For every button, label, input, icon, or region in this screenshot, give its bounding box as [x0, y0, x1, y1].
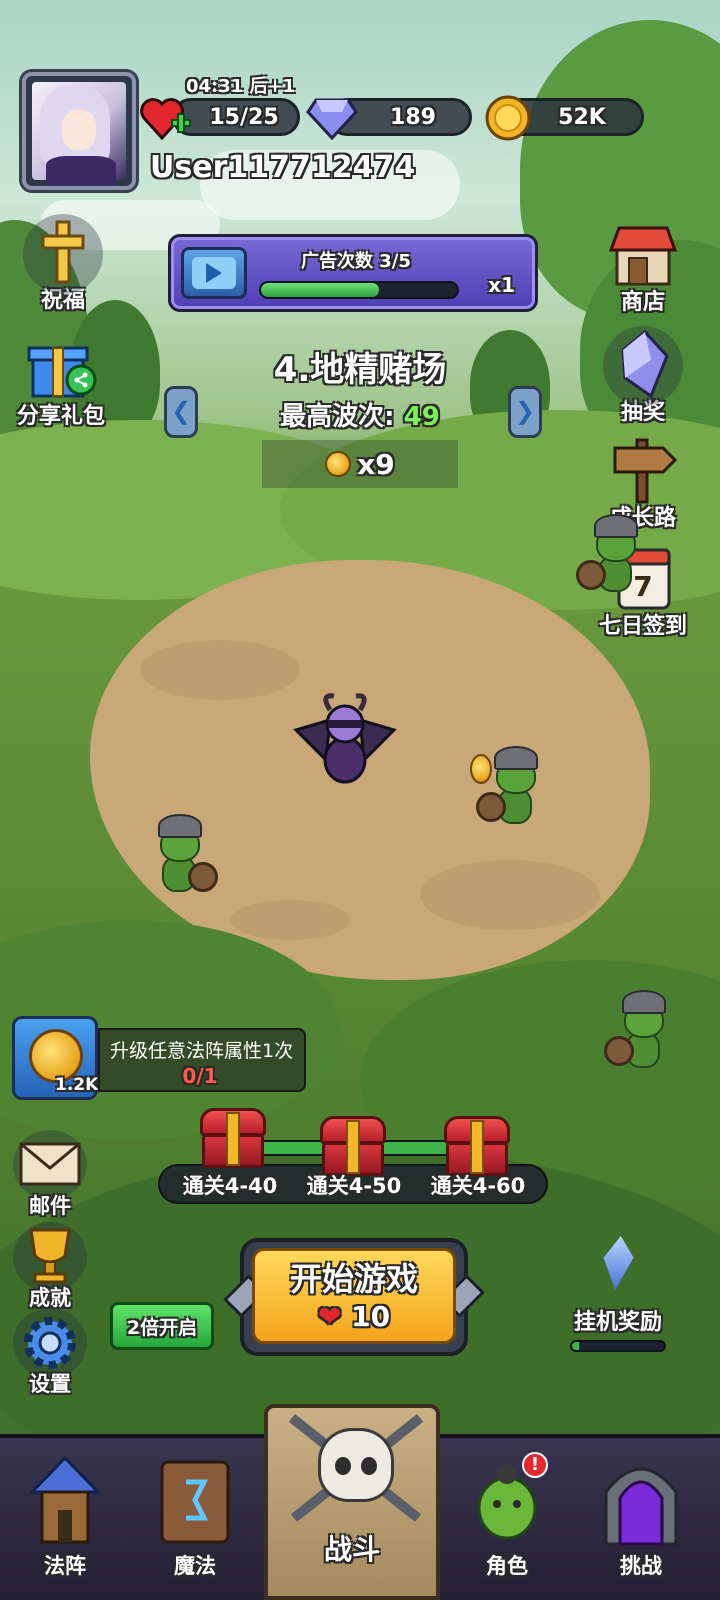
- chest-label: 通关4-60: [430, 1174, 526, 1198]
- quest-panel[interactable]: 1.2K 升级任意法阵属性1次 0/1: [12, 1016, 306, 1100]
- ad-title: 广告次数: [301, 251, 373, 272]
- ad-count: 3/5: [379, 251, 411, 272]
- afk-crystal-icon: [600, 1236, 636, 1290]
- skull-icon: [318, 1428, 394, 1502]
- best-wave-value: 49: [403, 402, 440, 432]
- signpost-icon: [613, 438, 678, 504]
- afk-label: 挂机奖励: [573, 1310, 662, 1335]
- nav-formation-label: 法阵: [44, 1554, 86, 1578]
- energy-timer: 04:31 后+1: [186, 76, 296, 97]
- ad-multiplier: x1: [488, 273, 515, 297]
- level-name: 4.地精赌场: [273, 350, 447, 390]
- tower-icon: [28, 1455, 102, 1544]
- shop-button[interactable]: 商店: [588, 220, 698, 316]
- mail-label: 邮件: [29, 1194, 71, 1218]
- player-avatar[interactable]: [22, 72, 136, 190]
- quest-reward-amount: 1.2K: [55, 1075, 99, 1095]
- treasure-chest-icon[interactable]: [444, 1116, 510, 1176]
- chest-label: 通关4-40: [182, 1174, 278, 1198]
- gold-coin-icon: [485, 95, 531, 141]
- best-wave-label: 最高波次:: [280, 402, 395, 432]
- start-cost: 10: [351, 1300, 391, 1333]
- nav-character-label: 角色: [486, 1554, 528, 1578]
- nav-battle[interactable]: 战斗: [264, 1404, 440, 1600]
- blessing-button[interactable]: 祝福: [8, 214, 118, 314]
- goblin-enemy: [576, 514, 646, 604]
- afk-progress-bar: [570, 1340, 666, 1352]
- settings-button[interactable]: 设置: [10, 1308, 90, 1398]
- mail-button[interactable]: 邮件: [10, 1130, 90, 1220]
- settings-label: 设置: [29, 1372, 71, 1396]
- afk-reward-button[interactable]: 挂机奖励: [566, 1236, 670, 1352]
- treasure-chest-icon[interactable]: [200, 1108, 266, 1168]
- goblin-enemy: [150, 814, 220, 904]
- nav-character[interactable]: ! 角色: [452, 1452, 562, 1592]
- notification-badge: !: [522, 1452, 548, 1478]
- level-reward: x9: [262, 440, 458, 488]
- nav-challenge-label: 挑战: [620, 1554, 662, 1578]
- heart-plus-icon: [140, 98, 191, 141]
- nav-battle-label: 战斗: [323, 1533, 380, 1566]
- diamond-icon: [306, 98, 358, 140]
- ad-progress-bar: [259, 281, 459, 299]
- spellbook-icon: [160, 1460, 230, 1544]
- heart-icon: ❤: [317, 1300, 342, 1333]
- prev-level-button[interactable]: ❮: [164, 386, 198, 438]
- shop-icon: [608, 226, 678, 286]
- best-wave: 最高波次: 49: [0, 396, 720, 433]
- seven-day-label: 七日签到: [598, 614, 687, 639]
- video-play-icon: [181, 247, 247, 299]
- gold-value: 52K: [558, 104, 606, 130]
- energy-value: 15/25: [209, 104, 279, 130]
- portal-icon: [604, 1467, 678, 1546]
- coin-icon: [325, 451, 352, 477]
- start-game-button[interactable]: 开始游戏 ❤ 10: [223, 1238, 485, 1356]
- double-speed-button[interactable]: 2倍开启: [110, 1302, 214, 1350]
- cross-icon: [41, 220, 85, 284]
- nav-challenge[interactable]: 挑战: [586, 1452, 696, 1592]
- start-game-label: 开始游戏: [289, 1260, 418, 1298]
- ad-reward-panel[interactable]: 广告次数 3/5 x1: [168, 234, 538, 312]
- gem-value: 189: [390, 104, 436, 130]
- goblin-enemy: [470, 746, 546, 836]
- treasure-chest-icon[interactable]: [320, 1116, 386, 1176]
- nav-formation[interactable]: 法阵: [10, 1452, 120, 1592]
- shop-label: 商店: [620, 290, 665, 315]
- nav-magic-label: 魔法: [174, 1554, 216, 1578]
- next-level-button[interactable]: ❯: [508, 386, 542, 438]
- demon-hero: [293, 693, 397, 784]
- goblin-enemy: [604, 990, 674, 1080]
- quest-title: 升级任意法阵属性1次: [110, 1040, 294, 1062]
- achievement-button[interactable]: 成就: [10, 1222, 90, 1312]
- username: User117712474: [150, 150, 416, 185]
- chest-label: 通关4-50: [306, 1174, 402, 1198]
- nav-magic[interactable]: 魔法: [140, 1452, 250, 1592]
- level-reward-value: x9: [357, 447, 395, 481]
- quest-progress: 0/1: [182, 1064, 218, 1088]
